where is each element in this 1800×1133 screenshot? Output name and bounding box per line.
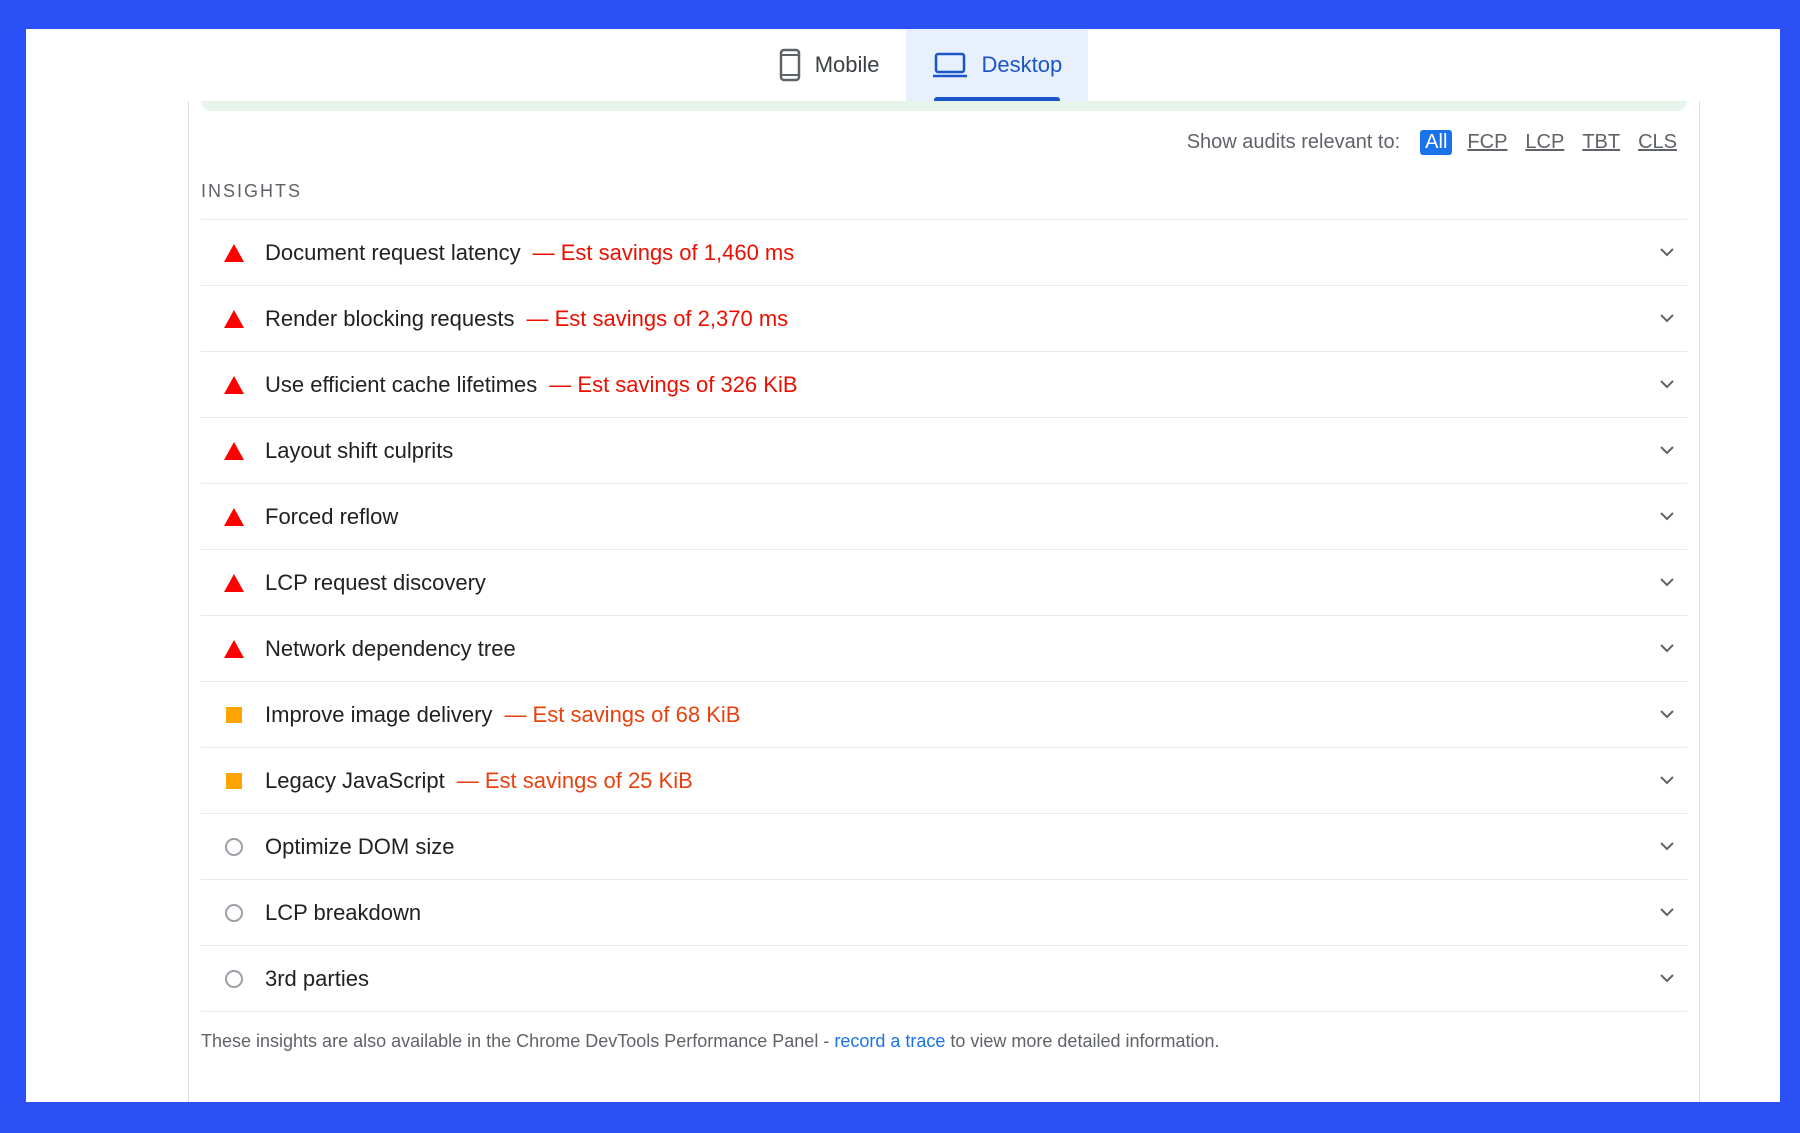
footnote-text-after: to view more detailed information. bbox=[945, 1031, 1220, 1051]
audit-title: 3rd parties bbox=[265, 965, 369, 991]
filter-chip-fcp[interactable]: FCP bbox=[1464, 130, 1510, 155]
section-title: INSIGHTS bbox=[201, 181, 303, 201]
filter-chip-cls[interactable]: CLS bbox=[1635, 130, 1680, 155]
phone-icon bbox=[779, 48, 801, 82]
tab-mobile-label: Mobile bbox=[814, 52, 880, 77]
fail-triangle-icon bbox=[219, 441, 249, 460]
fail-triangle-icon bbox=[219, 375, 249, 394]
filter-chip-tbt[interactable]: TBT bbox=[1579, 130, 1623, 155]
score-strip bbox=[201, 101, 1687, 111]
chevron-down-icon[interactable] bbox=[1659, 904, 1675, 922]
chevron-down-icon[interactable] bbox=[1659, 310, 1675, 328]
audit-row[interactable]: Layout shift culprits bbox=[201, 418, 1687, 484]
audit-row[interactable]: Optimize DOM size bbox=[201, 814, 1687, 880]
audit-row[interactable]: LCP breakdown bbox=[201, 880, 1687, 946]
footnote-text: These insights are also available in the… bbox=[201, 1031, 835, 1051]
footnote: These insights are also available in the… bbox=[201, 1031, 1220, 1052]
audit-title: Use efficient cache lifetimes bbox=[265, 371, 538, 397]
filter-label: Show audits relevant to: bbox=[1186, 131, 1401, 153]
fail-triangle-icon bbox=[219, 243, 249, 262]
audit-title: Render blocking requests bbox=[265, 305, 515, 331]
insights-panel: Show audits relevant to: All FCP LCP TBT… bbox=[188, 101, 1700, 1102]
chevron-down-icon[interactable] bbox=[1659, 970, 1675, 988]
audit-row[interactable]: 3rd parties bbox=[201, 946, 1687, 1012]
audit-title: LCP breakdown bbox=[265, 899, 422, 925]
audit-title: Optimize DOM size bbox=[265, 833, 455, 859]
info-circle-icon bbox=[219, 837, 249, 856]
audit-savings: — Est savings of 68 KiB bbox=[504, 701, 741, 727]
laptop-icon bbox=[932, 51, 968, 79]
device-tabs: Mobile Desktop bbox=[26, 29, 1780, 101]
report-frame: Mobile Desktop Show audits relevant to: … bbox=[26, 29, 1780, 1102]
chevron-down-icon[interactable] bbox=[1659, 574, 1675, 592]
chevron-down-icon[interactable] bbox=[1659, 376, 1675, 394]
fail-triangle-icon bbox=[219, 309, 249, 328]
record-trace-link[interactable]: record a trace bbox=[834, 1031, 945, 1051]
audit-row[interactable]: Use efficient cache lifetimes — Est savi… bbox=[201, 352, 1687, 418]
chevron-down-icon[interactable] bbox=[1659, 838, 1675, 856]
audit-title: Legacy JavaScript bbox=[265, 767, 445, 793]
filter-chip-lcp[interactable]: LCP bbox=[1522, 130, 1567, 155]
fail-triangle-icon bbox=[219, 507, 249, 526]
audit-title: Network dependency tree bbox=[265, 635, 516, 661]
fail-triangle-icon bbox=[219, 639, 249, 658]
average-square-icon bbox=[219, 706, 249, 723]
audit-title: Layout shift culprits bbox=[265, 437, 454, 463]
audit-row[interactable]: Network dependency tree bbox=[201, 616, 1687, 682]
audit-row[interactable]: Document request latency — Est savings o… bbox=[201, 220, 1687, 286]
tab-desktop-label: Desktop bbox=[981, 52, 1063, 77]
info-circle-icon bbox=[219, 903, 249, 922]
chevron-down-icon[interactable] bbox=[1659, 640, 1675, 658]
audit-savings: — Est savings of 25 KiB bbox=[456, 767, 693, 793]
chevron-down-icon[interactable] bbox=[1659, 706, 1675, 724]
audit-title: Document request latency bbox=[265, 239, 521, 265]
tab-desktop[interactable]: Desktop bbox=[905, 29, 1089, 101]
audit-row[interactable]: LCP request discovery bbox=[201, 550, 1687, 616]
audit-title: Improve image delivery bbox=[265, 701, 493, 727]
average-square-icon bbox=[219, 772, 249, 789]
audit-savings: — Est savings of 326 KiB bbox=[549, 371, 798, 397]
tab-mobile[interactable]: Mobile bbox=[753, 29, 906, 101]
audit-title: Forced reflow bbox=[265, 503, 399, 529]
fail-triangle-icon bbox=[219, 573, 249, 592]
chevron-down-icon[interactable] bbox=[1659, 772, 1675, 790]
chevron-down-icon[interactable] bbox=[1659, 442, 1675, 460]
audit-filter: Show audits relevant to: All FCP LCP TBT… bbox=[1187, 130, 1680, 155]
audit-row[interactable]: Legacy JavaScript — Est savings of 25 Ki… bbox=[201, 748, 1687, 814]
audit-list: Document request latency — Est savings o… bbox=[201, 219, 1687, 1012]
audit-savings: — Est savings of 2,370 ms bbox=[526, 305, 789, 331]
audit-title: LCP request discovery bbox=[265, 569, 486, 595]
chevron-down-icon[interactable] bbox=[1659, 508, 1675, 526]
filter-chip-all[interactable]: All bbox=[1420, 130, 1453, 155]
audit-row[interactable]: Improve image delivery — Est savings of … bbox=[201, 682, 1687, 748]
audit-savings: — Est savings of 1,460 ms bbox=[532, 239, 795, 265]
audit-row[interactable]: Render blocking requests — Est savings o… bbox=[201, 286, 1687, 352]
audit-row[interactable]: Forced reflow bbox=[201, 484, 1687, 550]
chevron-down-icon[interactable] bbox=[1659, 244, 1675, 262]
info-circle-icon bbox=[219, 969, 249, 988]
